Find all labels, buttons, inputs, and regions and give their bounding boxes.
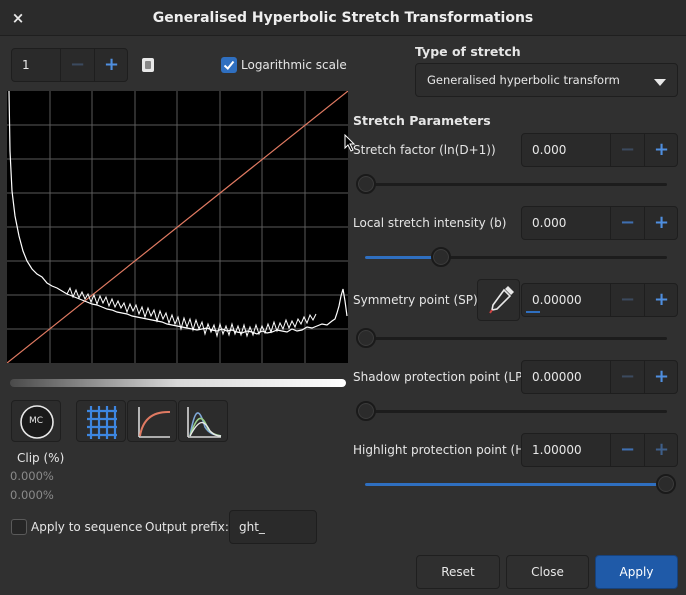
- stretch-parameters-label: Stretch Parameters: [353, 113, 491, 128]
- grid-toggle-button[interactable]: [76, 400, 126, 442]
- output-prefix-input[interactable]: ght_: [229, 510, 317, 544]
- highlight-protection-spinbox[interactable]: 1.00000 − +: [521, 433, 678, 467]
- histogram-icon: [187, 407, 222, 438]
- highlight-protection-label: Highlight protection point (HP): [353, 443, 537, 457]
- channel-minus-button[interactable]: −: [60, 49, 94, 81]
- clip-label: Clip (%): [17, 451, 65, 465]
- highlight-protection-minus-button[interactable]: −: [610, 434, 644, 466]
- mc-label: MC: [28, 416, 44, 426]
- symmetry-point-cursor: [526, 311, 540, 313]
- shadow-protection-value[interactable]: 0.00000: [522, 361, 610, 393]
- highlight-protection-slider[interactable]: [365, 483, 667, 486]
- window-title: Generalised Hyperbolic Stretch Transform…: [152, 10, 534, 26]
- apply-button[interactable]: Apply: [595, 555, 678, 589]
- channel-spinbox[interactable]: 1 − +: [11, 48, 128, 82]
- symmetry-point-label: Symmetry point (SP): [353, 293, 478, 307]
- stretch-factor-label: Stretch factor (ln(D+1)): [353, 143, 496, 157]
- channel-value[interactable]: 1: [12, 49, 60, 81]
- local-stretch-slider-handle[interactable]: [431, 247, 451, 267]
- stretch-factor-slider-handle[interactable]: [356, 174, 376, 194]
- shadow-protection-minus-button[interactable]: −: [610, 361, 644, 393]
- local-stretch-label: Local stretch intensity (b): [353, 216, 507, 230]
- histogram-toggle-button[interactable]: [178, 400, 228, 442]
- type-of-stretch-label: Type of stretch: [415, 44, 521, 59]
- output-prefix-label: Output prefix:: [145, 520, 229, 534]
- log-scale-checkbox[interactable]: [221, 57, 237, 73]
- highlight-protection-plus-button[interactable]: +: [644, 434, 678, 466]
- stretch-type-dropdown[interactable]: Generalised hyperbolic transform: [415, 63, 678, 97]
- histogram-line: [8, 91, 348, 335]
- stretch-type-value: Generalised hyperbolic transform: [427, 73, 620, 87]
- output-prefix-value[interactable]: ght_: [239, 511, 265, 543]
- stretch-factor-value[interactable]: 0.000: [522, 134, 610, 166]
- highlight-protection-slider-handle[interactable]: [656, 474, 676, 494]
- shadow-protection-label: Shadow protection point (LP): [353, 370, 527, 384]
- intensity-gradient-bar: [10, 379, 346, 387]
- local-stretch-slider-fill: [365, 256, 441, 259]
- eyedropper-icon: [489, 286, 514, 314]
- local-stretch-slider[interactable]: [365, 256, 667, 259]
- channel-plus-button[interactable]: +: [94, 49, 128, 81]
- symmetry-point-slider-handle[interactable]: [356, 328, 376, 348]
- shadow-protection-plus-button[interactable]: +: [644, 361, 678, 393]
- clip-high-value: 0.000%: [10, 488, 54, 502]
- symmetry-point-spinbox[interactable]: 0.00000 − +: [521, 283, 678, 317]
- symmetry-point-slider[interactable]: [365, 337, 667, 340]
- grid-icon: [87, 406, 117, 439]
- clip-low-value: 0.000%: [10, 469, 54, 483]
- local-stretch-value[interactable]: 0.000: [522, 207, 610, 239]
- stretch-factor-slider[interactable]: [365, 183, 667, 186]
- stretch-factor-spinbox[interactable]: 0.000 − +: [521, 133, 678, 167]
- apply-sequence-label: Apply to sequence: [31, 520, 143, 534]
- highlight-protection-value[interactable]: 1.00000: [522, 434, 610, 466]
- chevron-down-icon: [654, 76, 666, 90]
- curve-icon: [138, 407, 171, 438]
- apply-sequence-checkbox[interactable]: [11, 519, 27, 535]
- clipboard-icon[interactable]: [140, 57, 156, 73]
- local-stretch-plus-button[interactable]: +: [644, 207, 678, 239]
- local-stretch-minus-button[interactable]: −: [610, 207, 644, 239]
- shadow-protection-slider-handle[interactable]: [356, 401, 376, 421]
- local-stretch-spinbox[interactable]: 0.000 − +: [521, 206, 678, 240]
- symmetry-point-plus-button[interactable]: +: [644, 284, 678, 316]
- shadow-protection-slider[interactable]: [365, 410, 667, 413]
- symmetry-picker-button[interactable]: [477, 279, 520, 321]
- curve-toggle-button[interactable]: [127, 400, 177, 442]
- log-scale-label: Logarithmic scale: [241, 58, 347, 72]
- mouse-cursor: [344, 133, 356, 155]
- reset-button[interactable]: Reset: [416, 555, 500, 589]
- close-button[interactable]: Close: [506, 555, 589, 589]
- stretch-factor-minus-button[interactable]: −: [610, 134, 644, 166]
- shadow-protection-spinbox[interactable]: 0.00000 − +: [521, 360, 678, 394]
- highlight-protection-slider-fill: [365, 483, 665, 486]
- histogram-plot[interactable]: [7, 91, 348, 363]
- stretch-factor-plus-button[interactable]: +: [644, 134, 678, 166]
- symmetry-point-minus-button[interactable]: −: [610, 284, 644, 316]
